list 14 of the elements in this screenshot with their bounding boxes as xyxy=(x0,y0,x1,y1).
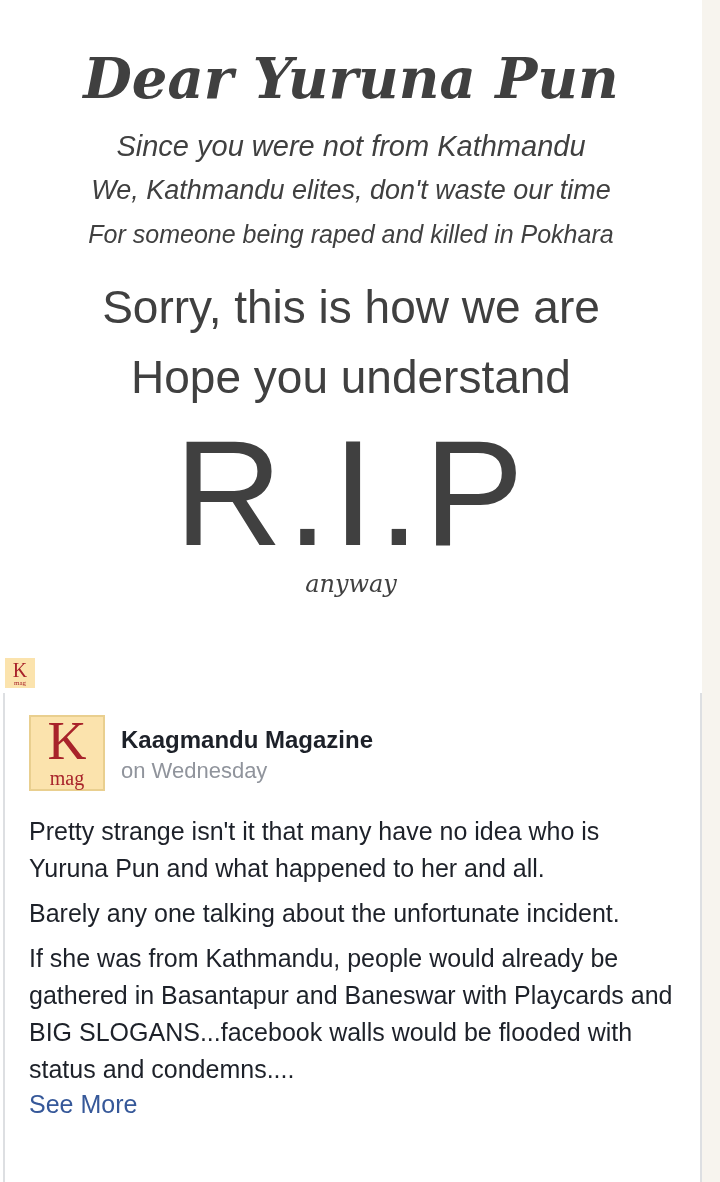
poster-footer: anyway xyxy=(305,570,397,598)
poster-line: Since you were not from Kathmandu xyxy=(116,129,586,164)
page-avatar[interactable]: K mag xyxy=(29,715,105,791)
poster-line: We, Kathmandu elites, don't waste our time xyxy=(91,174,611,207)
poster-title: Dear Yuruna Pun xyxy=(83,44,619,113)
poster-message: Sorry, this is how we are xyxy=(102,280,600,335)
post-text: Barely any one talking about the unfortunate incident. xyxy=(29,898,621,929)
see-more-link[interactable]: See More xyxy=(29,1088,676,1120)
poster-headline: R.I.P xyxy=(174,418,528,568)
poster-line: For someone being raped and killed in Pokhara xyxy=(88,219,614,250)
poster-message: Hope you understand xyxy=(131,350,571,405)
post-text: Pretty strange isn't it that many have no idea who is Yuruna Pun and what happened to her and all. xyxy=(29,816,601,884)
post-text: If she was from Kathmandu, people would already be gathered in Basantapur and Baneswar with Playcards and BIG SLOGANS...facebook walls would be flooded with status and condemns.... xyxy=(29,943,674,1085)
author-link[interactable]: Kaagmandu Magazine xyxy=(121,725,374,755)
